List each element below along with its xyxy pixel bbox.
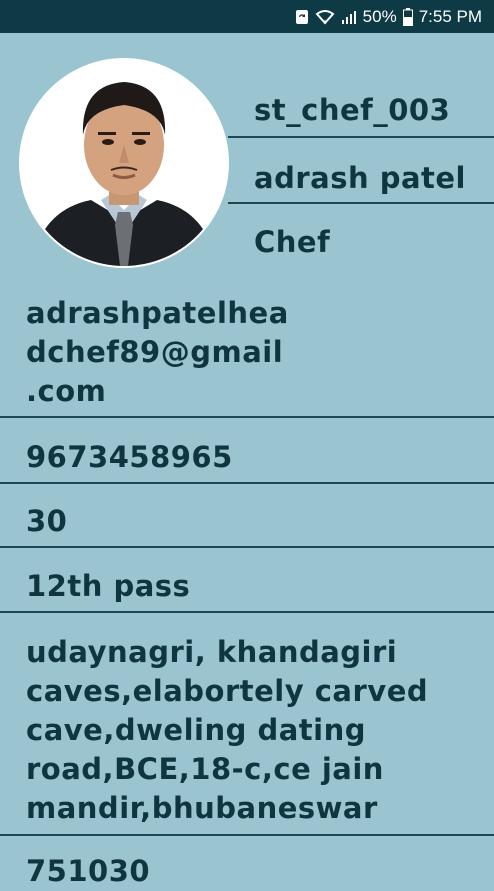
divider	[0, 834, 494, 836]
divider	[0, 611, 494, 613]
email-value: adrashpatelhea dchef89@gmail .com	[26, 296, 289, 408]
profile-avatar	[21, 60, 227, 266]
divider	[228, 136, 494, 138]
chef-id: st_chef_003	[254, 93, 451, 127]
signal-icon	[341, 9, 357, 25]
email-field: adrashpatelhea dchef89@gmail .com	[0, 294, 494, 411]
phone-field: 9673458965	[0, 438, 494, 477]
role-field: Chef	[228, 224, 494, 264]
profile-photo	[21, 60, 227, 266]
clock: 7:55 PM	[418, 6, 482, 26]
address-field: udaynagri, khandagiri caves,elabortely c…	[0, 633, 494, 828]
pincode-field: 751030	[0, 852, 494, 891]
education-field: 12th pass	[0, 567, 494, 606]
wifi-icon	[315, 9, 335, 25]
chef-role: Chef	[254, 225, 331, 259]
pincode-value: 751030	[26, 854, 151, 888]
sync-icon	[295, 9, 309, 25]
education-value: 12th pass	[26, 569, 191, 603]
age-field: 30	[0, 502, 494, 541]
battery-percent: 50%	[362, 6, 397, 26]
divider	[0, 416, 494, 418]
address-value: udaynagri, khandagiri caves,elabortely c…	[26, 635, 429, 825]
divider	[0, 482, 494, 484]
chef-name: adrash patel	[254, 161, 467, 195]
battery-icon	[402, 7, 413, 26]
age-value: 30	[26, 504, 68, 538]
chef-id-field: st_chef_003	[228, 92, 494, 132]
divider	[228, 202, 494, 204]
divider	[0, 546, 494, 548]
name-field: adrash patel	[228, 160, 494, 200]
status-bar: 50% 7:55 PM	[0, 0, 494, 33]
phone-value: 9673458965	[26, 440, 233, 474]
